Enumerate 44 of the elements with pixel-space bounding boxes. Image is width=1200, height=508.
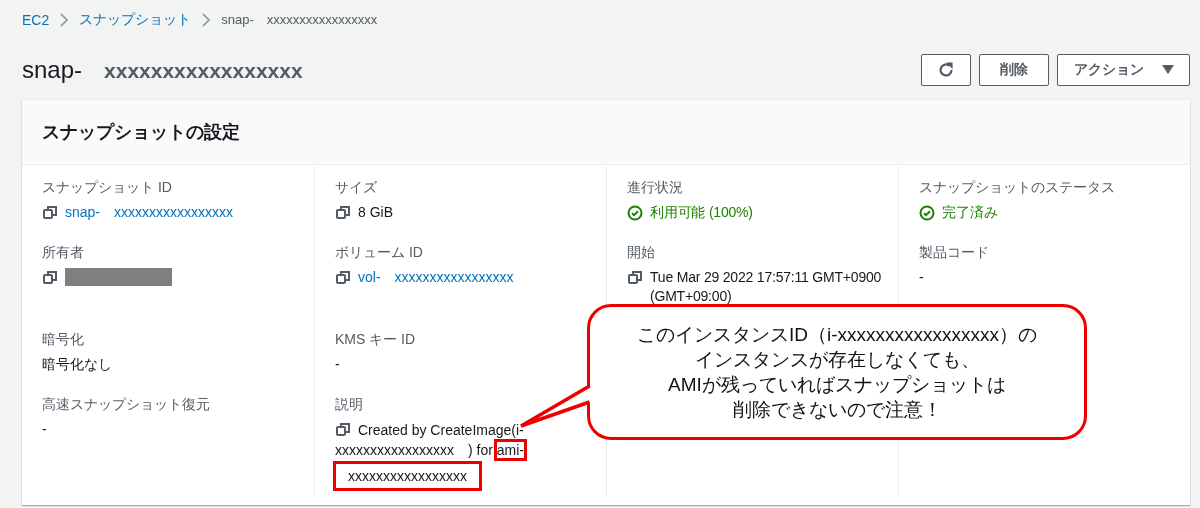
check-circle-icon bbox=[627, 205, 643, 221]
field-label: 開始 bbox=[627, 244, 656, 262]
breadcrumb-link[interactable]: EC2 bbox=[22, 12, 50, 28]
panel-title: スナップショットの設定 bbox=[42, 121, 240, 144]
copy-icon[interactable] bbox=[627, 270, 643, 286]
field-label: ボリューム ID bbox=[335, 244, 424, 262]
field-value: Tue Mar 29 2022 17:57:11 GMT+0900 (GMT+09:00) bbox=[650, 268, 883, 306]
actions-dropdown[interactable]: アクション bbox=[1057, 54, 1190, 86]
field-label: サイズ bbox=[335, 179, 378, 197]
copy-icon[interactable] bbox=[335, 270, 351, 286]
delete-button[interactable]: 削除 bbox=[979, 54, 1049, 86]
id-link[interactable]: snap- xxxxxxxxxxxxxxxxx bbox=[65, 203, 234, 222]
field-label: KMS キー ID bbox=[335, 331, 417, 349]
chevron-right-icon bbox=[59, 13, 70, 27]
breadcrumb-link[interactable]: スナップショット bbox=[79, 11, 192, 29]
field-value: - bbox=[335, 355, 340, 374]
field-label: スナップショット ID bbox=[42, 179, 173, 197]
field-label: 製品コード bbox=[919, 244, 990, 262]
id-link[interactable]: vol- xxxxxxxxxxxxxxxxx bbox=[358, 268, 514, 287]
refresh-icon bbox=[937, 61, 955, 79]
caret-down-icon bbox=[1161, 65, 1174, 75]
field-label: 所有者 bbox=[42, 244, 85, 262]
field-value: 暗号化なし bbox=[42, 355, 112, 374]
page-title: snap- xxxxxxxxxxxxxxxxx bbox=[22, 56, 303, 84]
chevron-right-icon bbox=[201, 13, 212, 27]
field-label: 説明 bbox=[335, 396, 364, 414]
description-text: Created by CreateImage(i-xxxxxxxxxxxxxxxxx ) for ami- xxxxxxxxxxxxxxxxx bbox=[335, 420, 539, 496]
status-text: 完了済み bbox=[942, 203, 998, 222]
refresh-button[interactable] bbox=[921, 54, 971, 86]
field-label: 高速スナップショット復元 bbox=[42, 396, 211, 414]
field-value: 8 GiB bbox=[358, 203, 393, 222]
breadcrumb-current: snap- xxxxxxxxxxxxxxxxx bbox=[221, 11, 378, 29]
field-value: - bbox=[42, 420, 47, 439]
field-label: 暗号化 bbox=[42, 331, 85, 349]
field-value: - bbox=[919, 268, 924, 287]
copy-icon[interactable] bbox=[42, 270, 58, 286]
field-label: 進行状況 bbox=[627, 179, 684, 197]
callout-bubble: このインスタンスID（i-xxxxxxxxxxxxxxxxx）の インスタンスが存在しなくても、 AMIが残っていればスナップショットは 削除できないので注意！ bbox=[587, 304, 1087, 440]
status-text: 利用可能 (100%) bbox=[650, 203, 753, 222]
field-label: スナップショットのステータス bbox=[919, 179, 1116, 197]
check-circle-icon bbox=[919, 205, 935, 221]
copy-icon[interactable] bbox=[335, 422, 351, 438]
copy-icon[interactable] bbox=[42, 205, 58, 221]
copy-icon[interactable] bbox=[335, 205, 351, 221]
